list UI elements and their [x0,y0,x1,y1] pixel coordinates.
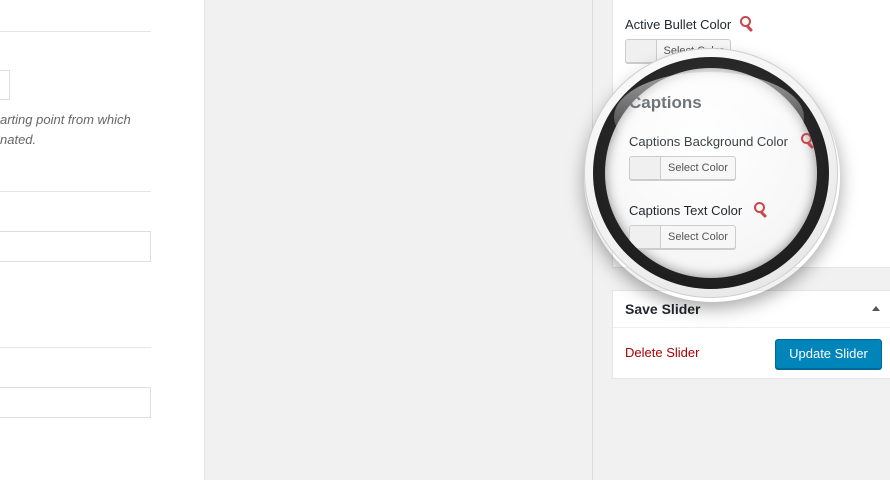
captions-text-color-picker[interactable]: Select Color [629,225,736,249]
color-swatch [626,40,657,62]
select-color-button[interactable]: Select Color [661,226,735,248]
sidebar-edge [592,0,593,480]
field-description: arting point from which nated. [0,112,131,147]
column-divider [204,0,205,480]
save-box-header[interactable]: Save Slider [613,291,890,328]
save-slider-box: Save Slider Delete Slider Update Slider [612,290,890,379]
number-input[interactable] [0,70,10,100]
select-color-button[interactable]: Select Color [661,157,735,179]
main-settings-panel: arting point from which nated. [0,0,204,480]
color-swatch [630,157,661,179]
magnified-content: Captions Captions Background Color Selec… [605,68,817,278]
magnifier-icon[interactable] [801,133,815,150]
triangle-up-icon[interactable] [872,306,880,311]
magnifier-icon[interactable] [740,16,754,33]
divider [0,347,151,348]
divider [0,191,151,192]
delete-slider-link[interactable]: Delete Slider [625,345,699,360]
captions-background-color-picker[interactable]: Select Color [629,156,736,180]
captions-background-color-label: Captions Background Color [629,134,788,149]
active-bullet-color-label: Active Bullet Color [625,17,732,32]
divider [0,31,151,32]
save-box-title: Save Slider [625,301,701,317]
magnifier-icon[interactable] [754,202,768,219]
update-slider-button[interactable]: Update Slider [775,339,882,369]
captions-text-color-label: Captions Text Color [629,203,743,218]
text-input[interactable] [0,387,151,418]
color-swatch [630,226,661,248]
magnifier-lens: Captions Captions Background Color Selec… [605,68,817,278]
captions-heading: Captions [629,93,702,112]
text-input[interactable] [0,231,151,262]
